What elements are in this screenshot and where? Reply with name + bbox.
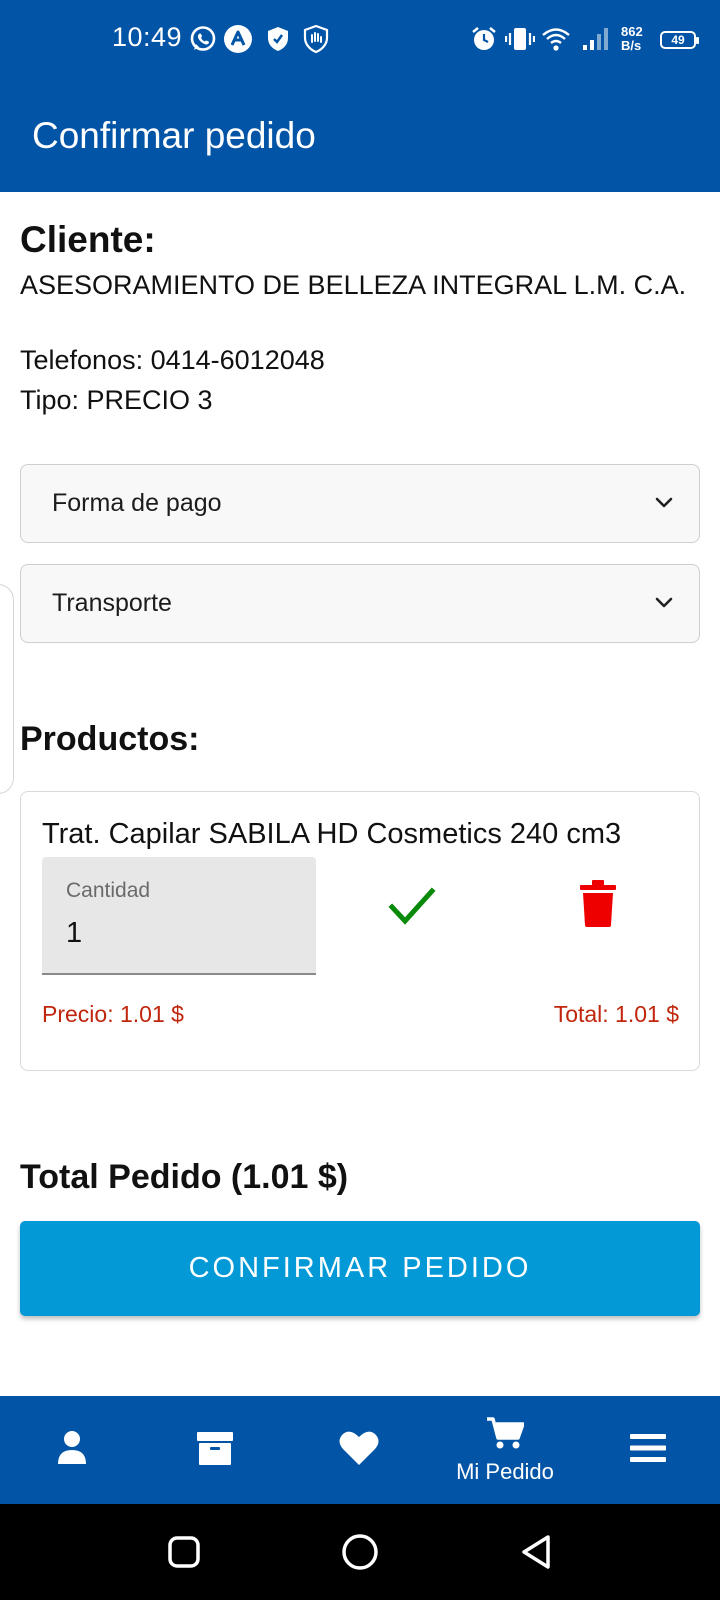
confirm-order-button[interactable]: CONFIRMAR PEDIDO	[20, 1221, 700, 1316]
quantity-field[interactable]: Cantidad 1	[42, 857, 316, 975]
quantity-label: Cantidad	[66, 879, 151, 902]
net-speed-value: 862	[621, 24, 643, 39]
nav-label-my-order: Mi Pedido	[456, 1458, 554, 1484]
nav-item-favorites[interactable]	[327, 1396, 391, 1504]
client-type: Tipo: PRECIO 3	[20, 385, 213, 415]
status-bar: 10:49 862 B/s 49	[0, 0, 720, 80]
app-a-icon	[223, 24, 253, 54]
product-price: Precio: 1.01 $	[42, 1001, 184, 1027]
check-icon[interactable]	[388, 885, 436, 929]
order-total: Total Pedido (1.01 $)	[20, 1158, 349, 1196]
chevron-down-icon	[653, 592, 675, 614]
product-total: Total: 1.01 $	[553, 1001, 679, 1027]
bottom-nav: Mi Pedido	[0, 1396, 720, 1504]
shield-icon	[263, 24, 293, 54]
wifi-icon	[541, 24, 571, 54]
product-name: Trat. Capilar SABILA HD Cosmetics 240 cm…	[42, 818, 622, 850]
transport-label: Transporte	[52, 589, 172, 617]
nav-item-my-order[interactable]: Mi Pedido	[440, 1396, 570, 1504]
system-nav-bar	[0, 1504, 720, 1600]
user-icon	[57, 1430, 87, 1471]
net-speed-unit: B/s	[621, 38, 642, 53]
trash-icon[interactable]	[580, 879, 616, 927]
product-card: Trat. Capilar SABILA HD Cosmetics 240 cm…	[20, 791, 700, 1071]
side-drawer-handle[interactable]	[0, 584, 14, 794]
hand-shield-icon	[301, 24, 331, 54]
cart-icon	[486, 1416, 525, 1455]
home-button[interactable]	[340, 1532, 380, 1572]
payment-method-label: Forma de pago	[52, 489, 222, 517]
client-heading: Cliente:	[20, 219, 156, 260]
status-time: 10:49	[112, 22, 183, 52]
client-phones: Telefonos: 0414-6012048	[20, 345, 325, 375]
alarm-icon	[469, 24, 499, 54]
transport-select[interactable]: Transporte	[20, 564, 700, 643]
products-heading: Productos:	[20, 720, 200, 758]
nav-item-catalog[interactable]	[183, 1396, 247, 1504]
nav-item-profile[interactable]	[40, 1396, 104, 1504]
signal-icon	[581, 24, 611, 54]
client-name: ASESORAMIENTO DE BELLEZA INTEGRAL L.M. C…	[20, 270, 687, 300]
recents-button[interactable]	[164, 1532, 204, 1572]
payment-method-select[interactable]: Forma de pago	[20, 464, 700, 543]
chevron-down-icon	[653, 492, 675, 514]
whatsapp-icon	[188, 24, 218, 54]
archive-icon	[196, 1430, 234, 1471]
menu-icon	[630, 1433, 666, 1468]
battery-icon: 49	[660, 31, 699, 49]
nav-item-menu[interactable]	[616, 1396, 680, 1504]
page-title: Confirmar pedido	[32, 115, 316, 156]
vibrate-icon	[505, 24, 535, 54]
back-button[interactable]	[516, 1532, 556, 1572]
heart-icon	[339, 1430, 379, 1471]
quantity-value: 1	[66, 917, 83, 949]
net-speed: 862 B/s	[621, 25, 643, 53]
